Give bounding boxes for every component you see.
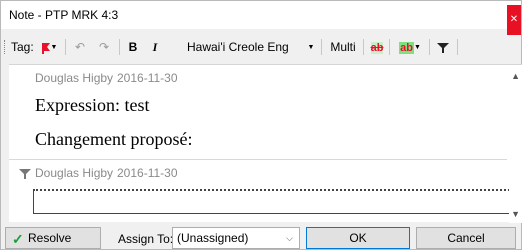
italic-button[interactable]: I [147,38,163,56]
note-author: Douglas Higby [35,71,114,85]
note-line: Changement proposé: [35,129,193,149]
chevron-down-icon: ▼ [50,43,58,51]
strike-highlight-icon: ab [370,42,384,54]
vertical-scrollbar[interactable]: ▲ ▼ [509,65,522,223]
flag-icon [41,42,50,54]
scroll-down-icon[interactable]: ▼ [511,209,520,219]
assign-to-label: Assign To: [118,232,174,246]
close-button[interactable]: ✕ [507,5,521,35]
tag-dropdown[interactable]: ▼ [37,38,61,56]
ok-button[interactable]: OK [306,227,410,249]
toolbar-separator [119,39,120,55]
cancel-button[interactable]: Cancel [416,227,516,249]
note-line: Expression: test [35,95,150,115]
redo-button[interactable]: ↷ [95,38,113,56]
toolbar-separator [429,39,430,55]
strikethrough-highlight-button[interactable]: ab [369,38,385,56]
scroll-up-icon[interactable]: ▲ [511,71,520,81]
highlight-icon: ab [399,42,414,54]
note-dialog: Note - PTP MRK 4:3 ✕ Tag: ▼ ↶ ↷ B I Hawa… [0,0,522,250]
multi-button[interactable]: Multi [327,38,359,56]
toolbar-separator [389,39,390,55]
language-value: Hawai'i Creole Eng [187,40,289,54]
language-dropdown[interactable]: Hawai'i Creole Eng [187,39,305,55]
note-date: 2016-11-30 [117,166,178,180]
redo-icon: ↷ [98,40,110,54]
filter-icon [437,42,449,53]
tag-label: Tag: [11,40,34,54]
chevron-down-icon: ⌵ [286,233,293,243]
toolbar-separator [457,39,458,55]
undo-icon: ↶ [74,40,86,54]
toolbar-separator [363,39,364,55]
resolve-button[interactable]: ✓ Resolve [5,227,101,249]
title-bar[interactable]: Note - PTP MRK 4:3 ✕ [1,1,521,35]
dialog-footer: ✓ Resolve Assign To: (Unassigned) ⌵ OK C… [1,225,521,250]
entry-divider [9,159,507,160]
bold-button[interactable]: B [125,38,141,56]
toolbar-separator [65,39,66,55]
assign-to-value: (Unassigned) [177,231,249,245]
toolbar-separator [321,39,322,55]
filter-icon [19,169,31,179]
assign-to-select[interactable]: (Unassigned) ⌵ [172,227,300,249]
close-icon: ✕ [509,14,519,25]
note-date: 2016-11-30 [117,71,178,85]
check-icon: ✓ [12,231,24,247]
note-content: Douglas Higby 2016-11-30 Expression: tes… [9,64,522,223]
window-title: Note - PTP MRK 4:3 [9,8,119,22]
highlight-color-button[interactable]: ab▼ [395,38,425,56]
language-chevron-icon[interactable]: ▼ [305,38,317,56]
filter-button[interactable] [435,38,451,56]
toolbar: Tag: ▼ ↶ ↷ B I Hawai'i Creole Eng ▼ Mult… [1,35,521,59]
reply-input[interactable] [33,189,517,214]
undo-button[interactable]: ↶ [71,38,89,56]
resolve-label: Resolve [28,231,72,245]
toolbar-grip[interactable] [4,40,6,54]
note-author: Douglas Higby [35,166,114,180]
chevron-down-icon: ▼ [413,43,421,51]
